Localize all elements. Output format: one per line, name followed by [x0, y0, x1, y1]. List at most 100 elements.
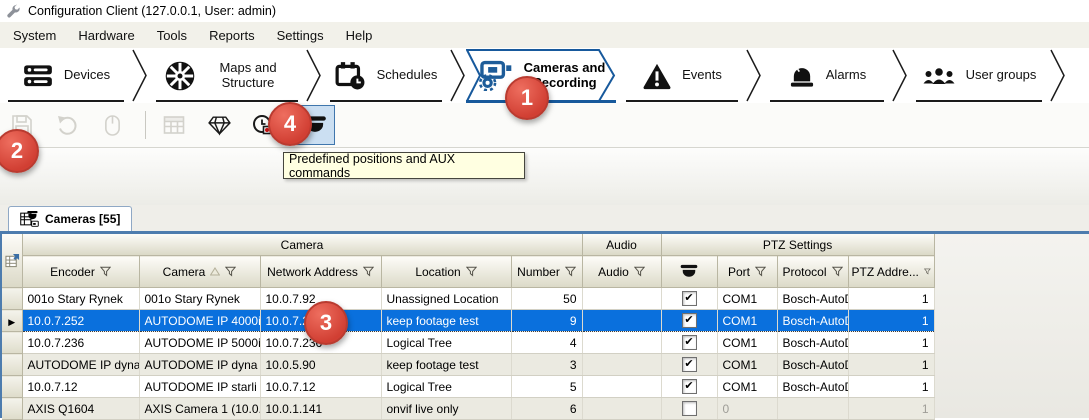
- cell-number[interactable]: 4: [511, 332, 582, 354]
- cell-ptz-enabled[interactable]: [661, 332, 717, 354]
- column-header-protocol[interactable]: Protocol: [777, 256, 848, 288]
- cell-port[interactable]: COM1: [717, 332, 777, 354]
- cell-protocol[interactable]: Bosch-AutoDo: [777, 376, 848, 398]
- undo-button[interactable]: [53, 109, 81, 141]
- cell-network-address[interactable]: 10.0.7.12: [260, 376, 381, 398]
- cell-encoder[interactable]: 10.0.7.252: [22, 310, 139, 332]
- cell-protocol[interactable]: [777, 398, 848, 420]
- row-selector[interactable]: [2, 310, 22, 332]
- cell-number[interactable]: 6: [511, 398, 582, 420]
- cell-audio[interactable]: [582, 310, 661, 332]
- cell-location[interactable]: Logical Tree: [381, 376, 511, 398]
- cell-ptz-enabled[interactable]: [661, 354, 717, 376]
- cell-ptz-address[interactable]: 1: [848, 332, 934, 354]
- column-header-number[interactable]: Number: [511, 256, 582, 288]
- cell-audio[interactable]: [582, 376, 661, 398]
- column-header-encoder[interactable]: Encoder: [22, 256, 139, 288]
- column-header-audio[interactable]: Audio: [582, 256, 661, 288]
- cell-encoder[interactable]: AUTODOME IP dyna: [22, 354, 139, 376]
- column-header-camera[interactable]: Camera: [139, 256, 260, 288]
- row-selector[interactable]: [2, 332, 22, 354]
- cell-location[interactable]: keep footage test: [381, 354, 511, 376]
- menu-settings[interactable]: Settings: [266, 24, 335, 47]
- row-selector[interactable]: [2, 398, 22, 420]
- cell-encoder[interactable]: 001o Stary Rynek: [22, 288, 139, 310]
- menu-reports[interactable]: Reports: [198, 24, 266, 47]
- cell-number[interactable]: 50: [511, 288, 582, 310]
- cell-ptz-enabled[interactable]: [661, 310, 717, 332]
- cell-encoder[interactable]: 10.0.7.12: [22, 376, 139, 398]
- cell-audio[interactable]: [582, 398, 661, 420]
- cell-ptz-address[interactable]: 1: [848, 398, 934, 420]
- table-row[interactable]: 10.0.7.236 AUTODOME IP 5000i 10.0.7.236 …: [2, 332, 934, 354]
- column-header-port[interactable]: Port: [717, 256, 777, 288]
- ptz-checkbox[interactable]: [682, 357, 697, 372]
- cell-ptz-enabled[interactable]: [661, 398, 717, 420]
- row-selector[interactable]: [2, 354, 22, 376]
- cell-port[interactable]: COM1: [717, 310, 777, 332]
- cell-camera[interactable]: AUTODOME IP 5000i: [139, 332, 260, 354]
- cell-network-address[interactable]: 10.0.5.90: [260, 354, 381, 376]
- cell-ptz-address[interactable]: 1: [848, 288, 934, 310]
- row-selector[interactable]: [2, 288, 22, 310]
- ptz-checkbox[interactable]: [682, 401, 697, 416]
- cell-audio[interactable]: [582, 354, 661, 376]
- nav-tab-events[interactable]: Events: [618, 48, 746, 103]
- table-row[interactable]: 10.0.7.12 AUTODOME IP starli 10.0.7.12 L…: [2, 376, 934, 398]
- nav-tab-user-groups[interactable]: User groups: [908, 48, 1050, 103]
- cell-ptz-address[interactable]: 1: [848, 354, 934, 376]
- cell-location[interactable]: Unassigned Location: [381, 288, 511, 310]
- cell-port[interactable]: COM1: [717, 354, 777, 376]
- cell-encoder[interactable]: 10.0.7.236: [22, 332, 139, 354]
- cell-number[interactable]: 9: [511, 310, 582, 332]
- mouse-tool-button[interactable]: [98, 109, 126, 141]
- ptz-checkbox[interactable]: [682, 313, 697, 328]
- cell-ptz-address[interactable]: 1: [848, 310, 934, 332]
- diamond-button[interactable]: [205, 109, 233, 141]
- cell-encoder[interactable]: AXIS Q1604: [22, 398, 139, 420]
- column-header-ptz-enabled[interactable]: [661, 256, 717, 288]
- nav-tab-schedules[interactable]: Schedules: [322, 48, 450, 103]
- cell-ptz-enabled[interactable]: [661, 376, 717, 398]
- table-row[interactable]: AUTODOME IP dyna AUTODOME IP dyna 10.0.5…: [2, 354, 934, 376]
- nav-tab-devices[interactable]: Devices: [0, 48, 132, 103]
- menu-hardware[interactable]: Hardware: [67, 24, 145, 47]
- ptz-checkbox[interactable]: [682, 335, 697, 350]
- cell-protocol[interactable]: Bosch-AutoDo: [777, 354, 848, 376]
- cell-port[interactable]: COM1: [717, 376, 777, 398]
- cell-camera[interactable]: 001o Stary Rynek: [139, 288, 260, 310]
- grid-corner-cell[interactable]: [2, 234, 22, 288]
- ptz-checkbox[interactable]: [682, 379, 697, 394]
- cell-camera[interactable]: AXIS Camera 1 (10.0.: [139, 398, 260, 420]
- cell-protocol[interactable]: Bosch-AutoDo: [777, 332, 848, 354]
- table-row[interactable]: 001o Stary Rynek 001o Stary Rynek 10.0.7…: [2, 288, 934, 310]
- nav-tab-alarms[interactable]: Alarms: [762, 48, 892, 103]
- cell-audio[interactable]: [582, 288, 661, 310]
- cell-protocol[interactable]: Bosch-AutoDo: [777, 288, 848, 310]
- table-row[interactable]: AXIS Q1604 AXIS Camera 1 (10.0. 10.0.1.1…: [2, 398, 934, 420]
- ptz-checkbox[interactable]: [682, 291, 697, 306]
- row-selector[interactable]: [2, 376, 22, 398]
- cell-location[interactable]: Logical Tree: [381, 332, 511, 354]
- menu-system[interactable]: System: [2, 24, 67, 47]
- column-header-location[interactable]: Location: [381, 256, 511, 288]
- cell-number[interactable]: 5: [511, 376, 582, 398]
- nav-tab-maps-structure[interactable]: Maps and Structure: [148, 48, 306, 103]
- cameras-page-tab[interactable]: Cameras [55]: [8, 206, 132, 231]
- cell-port[interactable]: 0: [717, 398, 777, 420]
- cell-protocol[interactable]: Bosch-AutoDo: [777, 310, 848, 332]
- table-view-button[interactable]: [160, 109, 188, 141]
- cell-location[interactable]: onvif live only: [381, 398, 511, 420]
- cell-number[interactable]: 3: [511, 354, 582, 376]
- column-header-network-address[interactable]: Network Address: [260, 256, 381, 288]
- cell-camera[interactable]: AUTODOME IP 4000i: [139, 310, 260, 332]
- cell-location[interactable]: keep footage test: [381, 310, 511, 332]
- column-header-ptz-address[interactable]: PTZ Addre...: [848, 256, 934, 288]
- menu-tools[interactable]: Tools: [146, 24, 198, 47]
- cell-ptz-enabled[interactable]: [661, 288, 717, 310]
- cell-ptz-address[interactable]: 1: [848, 376, 934, 398]
- cell-network-address[interactable]: 10.0.1.141: [260, 398, 381, 420]
- cell-camera[interactable]: AUTODOME IP starli: [139, 376, 260, 398]
- cell-port[interactable]: COM1: [717, 288, 777, 310]
- menu-help[interactable]: Help: [335, 24, 384, 47]
